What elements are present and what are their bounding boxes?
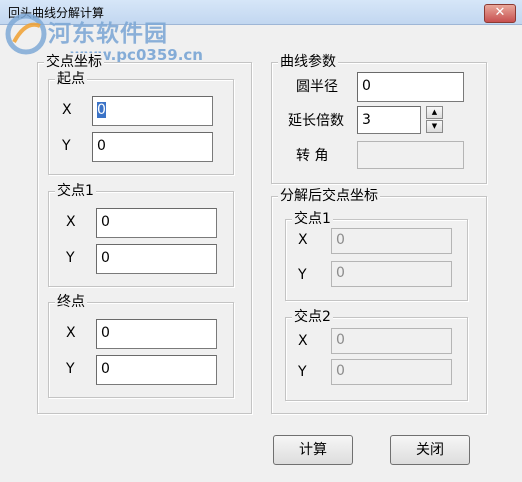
end-y-label: Y	[66, 361, 75, 377]
decomposed-jd2-x-label: X	[298, 333, 308, 349]
turn-angle-field	[357, 141, 464, 169]
decomposed-coords-title: 分解后交点坐标	[278, 187, 380, 205]
jd1-y-field[interactable]: 0	[96, 244, 217, 274]
decomposed-jd1-y-label: Y	[298, 267, 307, 283]
spin-up-icon[interactable]: ▲	[426, 106, 443, 119]
turn-angle-label: 转 角	[296, 148, 329, 164]
start-y-label: Y	[62, 138, 71, 154]
jd1-title: 交点1	[55, 182, 96, 200]
decomposed-jd2-title: 交点2	[292, 308, 333, 326]
intersection-coords-title: 交点坐标	[44, 53, 104, 71]
end-point-title: 终点	[55, 293, 87, 311]
curve-params-title: 曲线参数	[278, 53, 338, 71]
spin-down-icon[interactable]: ▼	[426, 120, 443, 133]
radius-field[interactable]: 0	[357, 72, 464, 102]
jd1-x-field[interactable]: 0	[96, 208, 217, 238]
decomposed-jd1-x-label: X	[298, 232, 308, 248]
end-x-label: X	[66, 325, 76, 341]
window-close-button[interactable]: ✕	[484, 4, 516, 23]
radius-label: 圆半径	[296, 79, 338, 95]
decomposed-jd2-y-label: Y	[298, 364, 307, 380]
decomposed-jd1-title: 交点1	[292, 210, 333, 228]
decomposed-jd2-y-field: 0	[331, 359, 452, 385]
extension-factor-spinner[interactable]: ▲ ▼	[426, 106, 443, 134]
start-y-field[interactable]: 0	[92, 132, 213, 162]
decomposed-jd1-x-field: 0	[331, 228, 452, 254]
start-point-title: 起点	[55, 70, 87, 88]
end-x-field[interactable]: 0	[96, 319, 217, 349]
jd1-y-label: Y	[66, 250, 75, 266]
extension-factor-field[interactable]: 3	[357, 106, 421, 134]
calculate-button[interactable]: 计算	[273, 435, 353, 465]
decomposed-jd1-y-field: 0	[331, 261, 452, 287]
window-title: 回头曲线分解计算	[8, 6, 105, 20]
jd1-x-label: X	[66, 214, 76, 230]
start-x-label: X	[62, 102, 72, 118]
close-button[interactable]: 关闭	[390, 435, 470, 465]
title-bar: 回头曲线分解计算 ✕	[0, 0, 522, 25]
end-y-field[interactable]: 0	[96, 355, 217, 385]
start-x-field[interactable]: 0	[92, 96, 213, 126]
extension-factor-label: 延长倍数	[288, 113, 344, 129]
decomposed-jd2-x-field: 0	[331, 328, 452, 354]
